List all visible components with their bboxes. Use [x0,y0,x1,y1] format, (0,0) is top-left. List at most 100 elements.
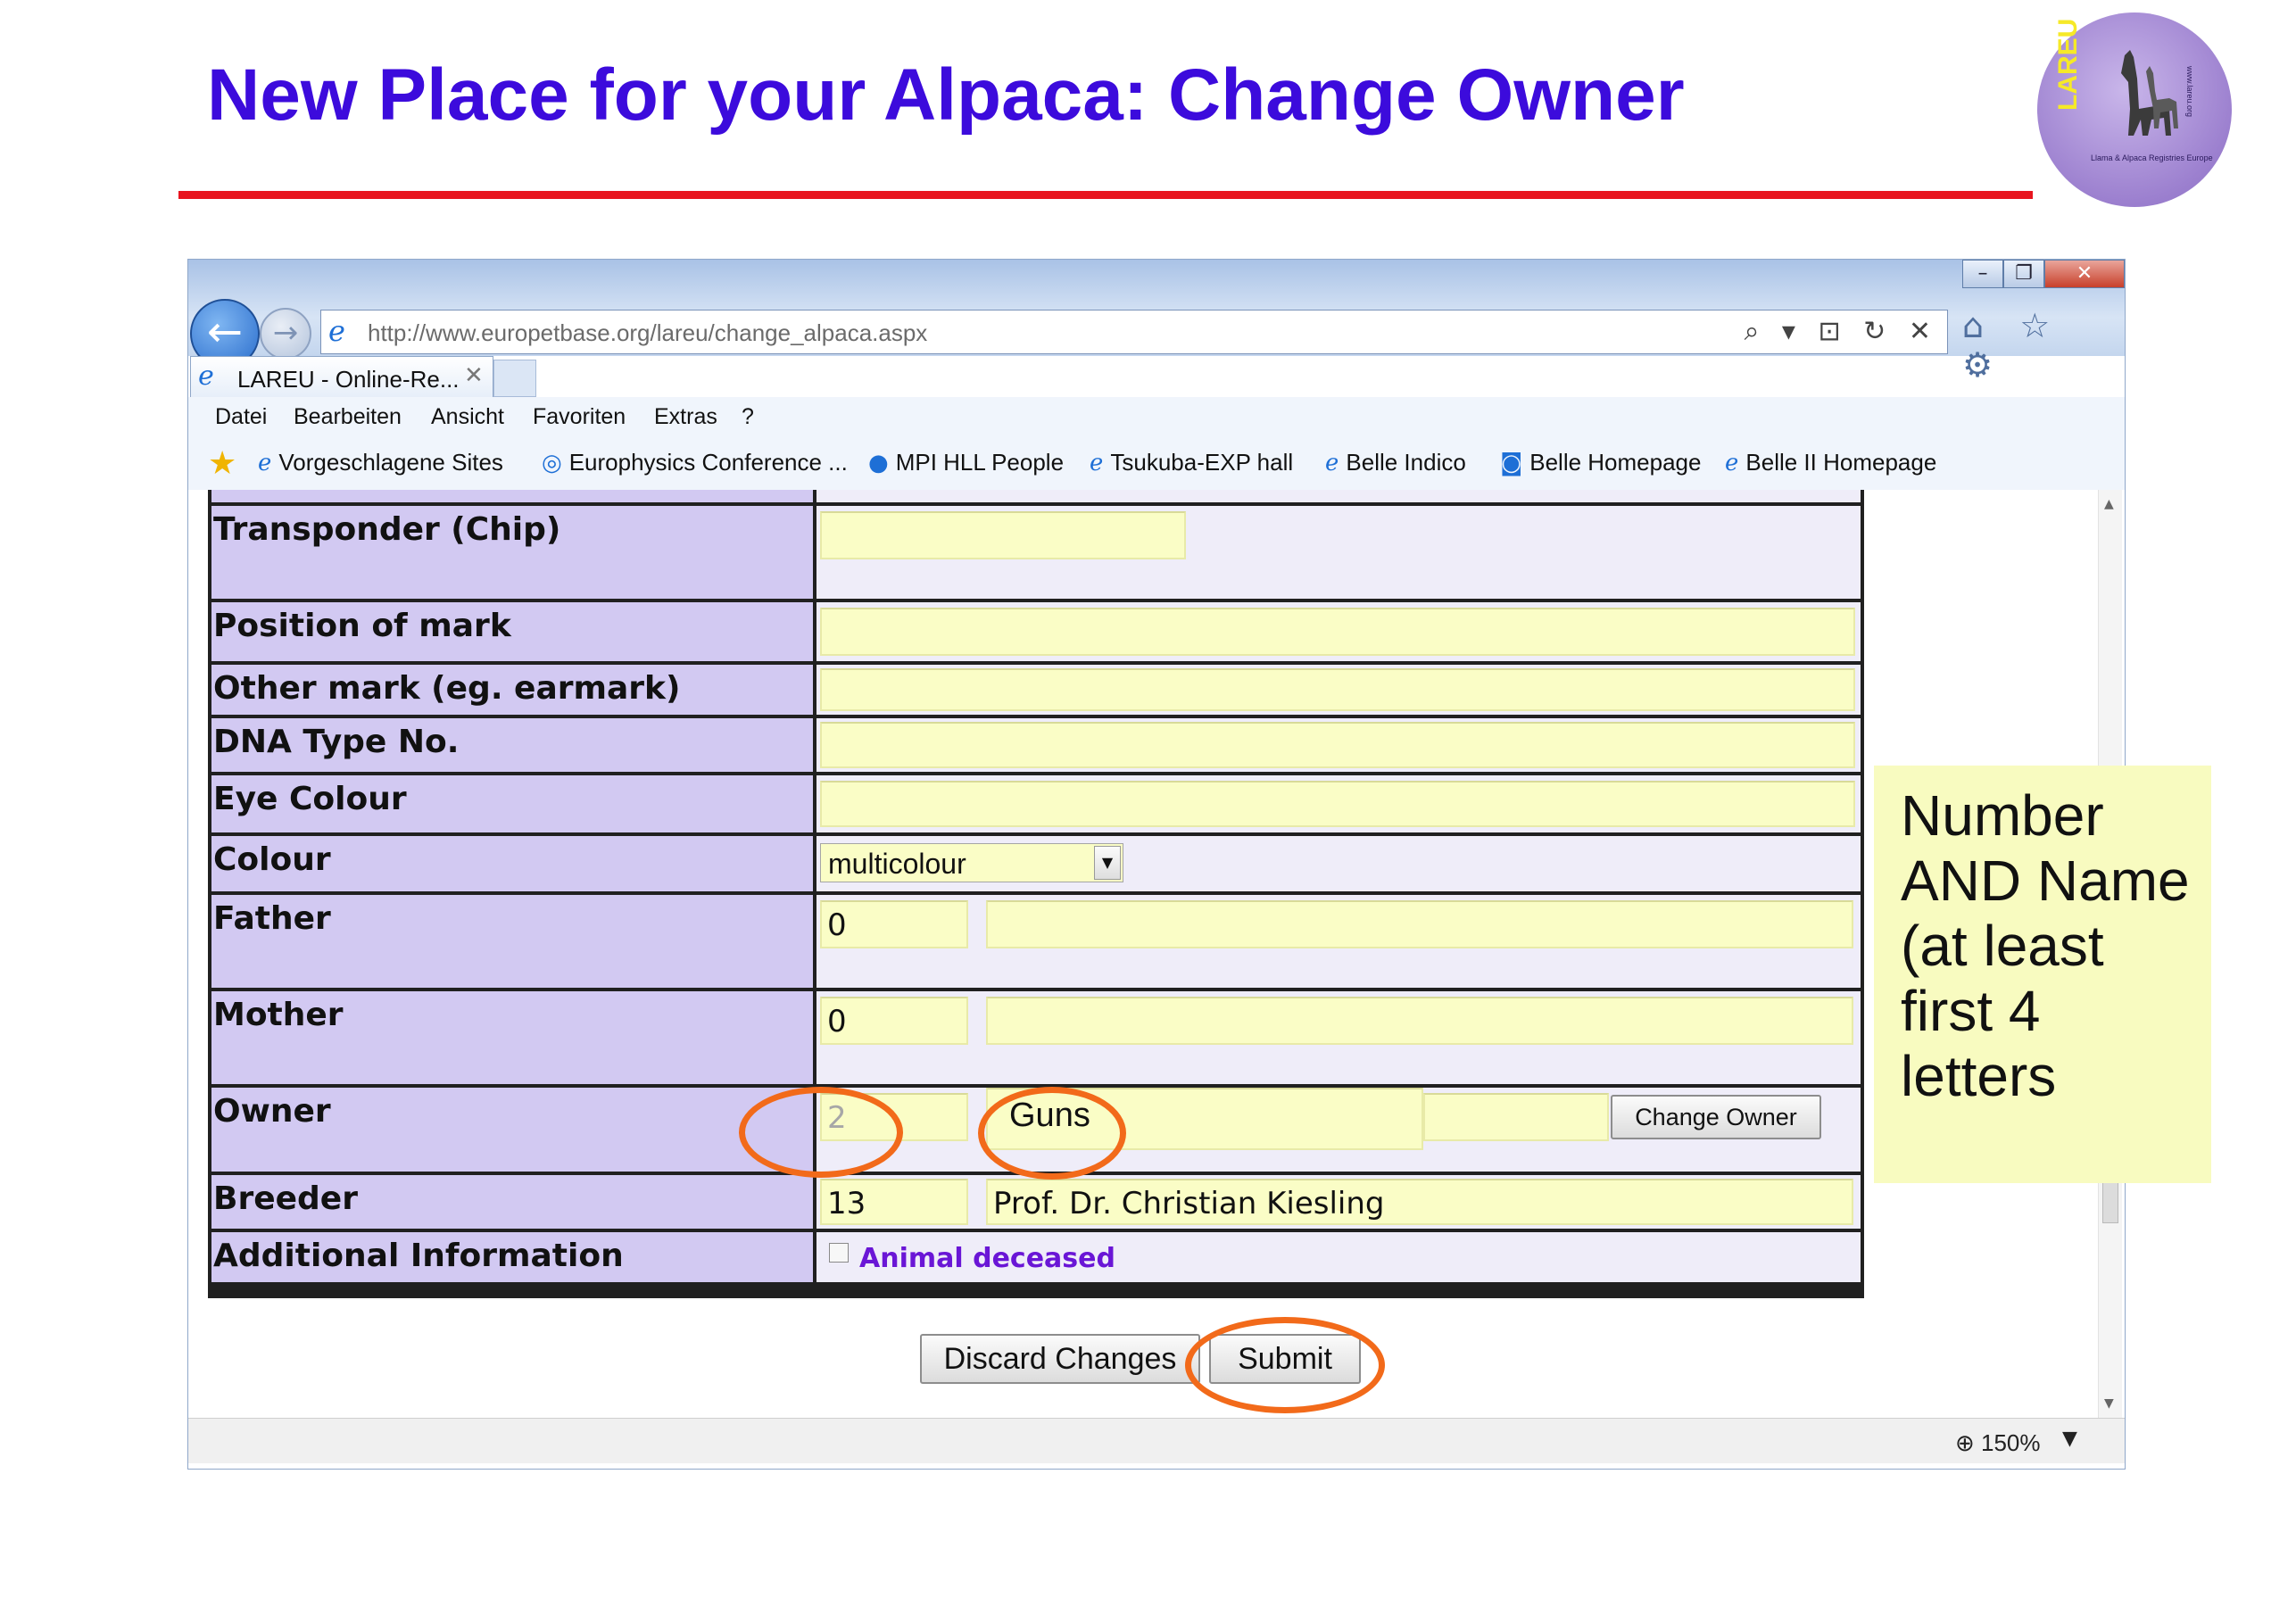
fav-label: Vorgeschlagene Sites [278,449,503,476]
dna-input[interactable] [820,722,1855,768]
owner-name-input-extension[interactable] [1423,1093,1609,1141]
highlight-ring-submit [1185,1317,1385,1413]
label-cell: Additional Information [211,1232,813,1282]
address-bar[interactable]: ℯ http://www.europetbase.org/lareu/chang… [320,310,1948,354]
fav-belle-homepage[interactable]: ◙ Belle Homepage [1500,449,1701,476]
chevron-down-icon[interactable]: ▼ [1094,846,1121,880]
globe-icon: ● [868,450,889,476]
value-cell: Animal deceased [816,1232,1861,1282]
belle-icon: ◙ [1500,450,1523,476]
other-mark-label: Other mark (eg. earmark) [213,670,681,707]
scroll-down-icon[interactable]: ▼ [2104,1396,2114,1411]
fav-belle-indico[interactable]: ℯ Belle Indico [1325,449,1466,476]
fav-tsukuba[interactable]: ℯ Tsukuba-EXP hall [1090,449,1293,476]
discard-changes-button[interactable]: Discard Changes [920,1334,1200,1384]
menu-extras[interactable]: Extras [654,404,717,430]
browser-window: – ❐ ✕ ← → ℯ http://www.europetbase.org/l… [187,259,2126,1470]
fav-label: MPI HLL People [895,449,1065,476]
logo-subtitle: Llama & Alpaca Registries Europe [2091,153,2213,162]
mother-number-input[interactable]: 0 [820,997,968,1045]
fav-belle2-homepage[interactable]: ℯ Belle II Homepage [1725,449,1936,476]
father-label: Father [213,900,331,937]
eye-colour-label: Eye Colour [213,781,407,817]
close-window-button[interactable]: ✕ [2044,260,2125,288]
breeder-label: Breeder [213,1180,358,1217]
home-favorites-settings-icons[interactable]: ⌂ ☆ ⚙ [1962,306,2125,385]
value-cell: 0 [816,895,1861,988]
tab-close-icon[interactable]: ✕ [464,362,484,389]
fav-label: Belle Homepage [1529,449,1702,476]
dna-label: DNA Type No. [213,724,460,760]
fav-europhysics[interactable]: ◎ Europhysics Conference ... [542,449,848,476]
father-number-input[interactable]: 0 [820,900,968,948]
colour-label: Colour [213,841,331,878]
form-value-cell [816,490,1861,502]
alpaca-icon [2121,50,2178,136]
minimize-button[interactable]: – [1962,260,2003,288]
new-tab-button[interactable] [493,360,536,397]
ie-icon: ℯ [1725,450,1739,476]
restore-button[interactable]: ❐ [2003,260,2044,288]
fav-mpi-hll[interactable]: ● MPI HLL People [868,449,1064,476]
change-owner-button[interactable]: Change Owner [1611,1095,1821,1139]
ie-icon: ℯ [1325,450,1339,476]
menu-bar: Datei Bearbeiten Ansicht Favoriten Extra… [188,397,2125,437]
chevron-down-icon[interactable]: ▼ [2062,1428,2077,1450]
row-father: Father 0 [208,895,1864,988]
fav-label: Tsukuba-EXP hall [1110,449,1294,476]
animal-deceased-checkbox[interactable] [829,1243,849,1263]
transponder-input[interactable] [820,511,1186,559]
position-mark-input[interactable] [820,608,1855,656]
row-transponder: Transponder (Chip) [208,506,1864,599]
address-url[interactable]: http://www.europetbase.org/lareu/change_… [368,319,927,347]
breeder-number-input[interactable]: 13 [820,1179,968,1225]
tab-label: LAREU - Online-Re... [237,366,460,393]
fav-vorgeschlagene-sites[interactable]: ℯ Vorgeschlagene Sites [258,449,503,476]
label-cell: Mother [211,991,813,1084]
value-cell [816,602,1861,661]
colour-select[interactable]: multicolour ▼ [820,843,1123,882]
scroll-up-icon[interactable]: ▲ [2104,497,2114,511]
mother-name-input[interactable] [986,997,1853,1045]
label-cell: Eye Colour [211,775,813,832]
menu-favoriten[interactable]: Favoriten [533,404,626,430]
eye-colour-input[interactable] [820,781,1855,827]
forward-button[interactable]: → [260,308,311,360]
label-cell: Breeder [211,1175,813,1229]
lareu-logo: LAREU Llama & Alpaca Registries Europe w… [2037,12,2232,207]
favorites-star-icon[interactable]: ★ [208,445,236,482]
menu-ansicht[interactable]: Ansicht [431,404,504,430]
menu-bearbeiten[interactable]: Bearbeiten [294,404,402,430]
ie-page-icon: ℯ [328,314,345,348]
zoom-level[interactable]: ⊕ 150% [1955,1429,2041,1457]
tab-lareu[interactable]: ℯ LAREU - Online-Re... ✕ [190,356,493,398]
father-name-input[interactable] [986,900,1853,948]
label-cell: Other mark (eg. earmark) [211,665,813,715]
address-tools-icons[interactable]: ⌕ ▾ ⊡ ↻ ✕ [1745,316,1938,347]
animal-deceased-label[interactable]: Animal deceased [859,1243,1115,1274]
favorites-bar: ★ ℯ Vorgeschlagene Sites ◎ Europhysics Con… [188,436,2125,491]
value-cell: 2 Guns Change Owner [816,1088,1861,1172]
ie-icon: ℯ [1090,450,1104,476]
additional-info-label: Additional Information [213,1238,624,1274]
label-cell: DNA Type No. [211,718,813,772]
feed-icon: ◎ [542,450,562,476]
menu-help[interactable]: ? [742,404,754,430]
fav-label: Europhysics Conference ... [568,449,848,476]
label-cell: Owner [211,1088,813,1172]
value-cell [816,718,1861,772]
fav-label: Belle II Homepage [1745,449,1937,476]
value-cell: multicolour ▼ [816,836,1861,891]
other-mark-input[interactable] [820,668,1855,711]
row-eye-colour: Eye Colour [208,775,1864,832]
row-breeder: Breeder 13 Prof. Dr. Christian Kiesling [208,1175,1864,1229]
owner-label: Owner [213,1093,331,1130]
menu-datei[interactable]: Datei [215,404,267,430]
value-cell [816,775,1861,832]
breeder-name-input[interactable]: Prof. Dr. Christian Kiesling [986,1179,1853,1225]
row-additional-info: Additional Information Animal deceased [208,1232,1864,1282]
value-cell: 0 [816,991,1861,1084]
annotation-note: Number AND Name (at least first 4 letter… [1874,766,2211,1183]
ie-icon: ℯ [258,450,272,476]
highlight-ring-owner-number [739,1087,903,1178]
